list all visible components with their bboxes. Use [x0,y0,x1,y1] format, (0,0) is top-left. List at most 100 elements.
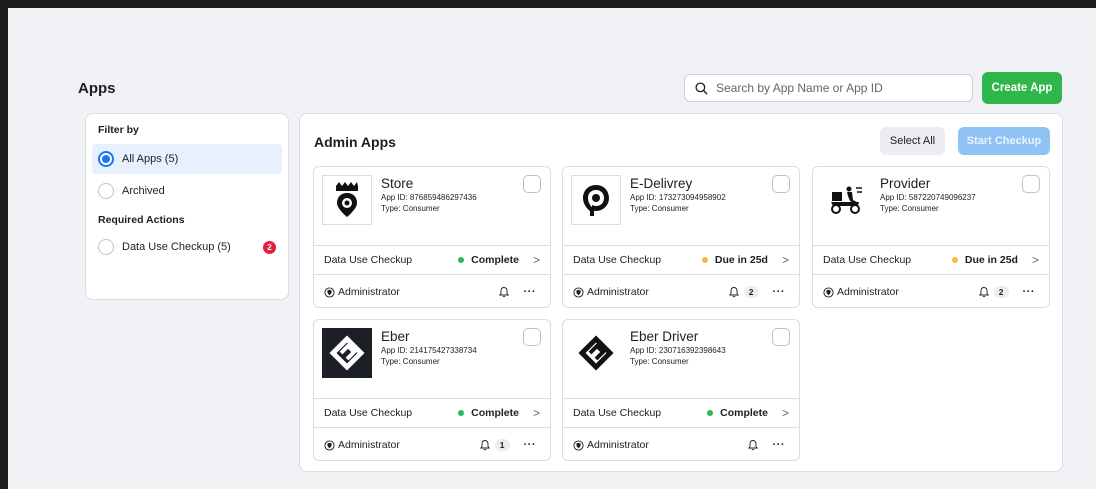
create-app-button[interactable]: Create App [982,72,1062,104]
notifications-button[interactable] [498,286,510,298]
filter-archived[interactable]: Archived [92,176,282,206]
app-type: Type: Consumer [381,357,440,366]
app-id: App ID: 230716392398643 [630,346,726,355]
radio-selected[interactable] [98,151,114,167]
card-actions: ··· [747,439,790,451]
status-dot [458,410,465,416]
filter-item-label: Data Use Checkup (5) [122,241,231,253]
app-type: Type: Consumer [381,204,440,213]
chevron-right-icon[interactable]: > [1032,253,1039,267]
required-actions-heading: Required Actions [98,214,185,226]
search-icon [695,81,708,95]
data-use-checkup-row[interactable]: Data Use Checkup Complete > [314,245,550,275]
notifications-button[interactable]: 2 [728,286,759,298]
status-text: Complete [471,254,519,266]
role-text: Administrator [587,286,649,298]
status-badge: Due in 25d [701,254,768,266]
status-badge: Complete [458,254,519,266]
shield-icon [573,286,584,298]
chevron-right-icon[interactable]: > [782,253,789,267]
row-label: Data Use Checkup [823,254,912,266]
select-checkbox[interactable] [523,328,541,346]
section-title: Admin Apps [314,134,396,150]
search-placeholder: Search by App Name or App ID [716,81,883,95]
shield-icon [823,286,834,298]
app-card-provider[interactable]: Provider App ID: 587220749096237 Type: C… [812,166,1050,308]
data-use-checkup-row[interactable]: Data Use Checkup Due in 25d > [813,245,1049,275]
data-use-checkup-row[interactable]: Data Use Checkup Complete > [563,398,799,428]
status-badge: Due in 25d [951,254,1018,266]
app-name[interactable]: E-Delivrey [630,176,692,191]
card-actions: 1 ··· [479,439,540,451]
bell-icon [747,440,758,451]
select-checkbox[interactable] [523,175,541,193]
status-badge: Complete [707,407,768,419]
more-options-icon[interactable]: ··· [524,439,537,451]
select-checkbox[interactable] [1022,175,1040,193]
card-footer: Administrator 1 ··· [314,429,550,461]
app-id: App ID: 214175427338734 [381,346,477,355]
radio-unselected[interactable] [98,183,114,199]
notification-count: 1 [494,439,510,451]
bell-icon [728,287,739,298]
bell-icon [479,440,490,451]
card-footer: Administrator 2 ··· [813,276,1049,308]
filter-heading: Filter by [98,124,139,136]
row-label: Data Use Checkup [573,407,662,419]
start-checkup-button[interactable]: Start Checkup [958,127,1050,155]
role-label: Administrator [324,286,400,298]
search-input[interactable]: Search by App Name or App ID [684,74,973,102]
select-all-button[interactable]: Select All [880,127,945,155]
radio-unselected[interactable] [98,239,114,255]
status-dot [707,410,714,416]
app-name[interactable]: Eber [381,329,410,344]
filter-item-label: All Apps (5) [122,153,179,165]
edelivery-logo-icon [571,175,621,225]
app-card-eber[interactable]: Eber App ID: 214175427338734 Type: Consu… [313,319,551,461]
filter-all-apps[interactable]: All Apps (5) [92,144,282,174]
select-checkbox[interactable] [772,175,790,193]
status-dot [701,257,708,263]
eber-driver-logo-icon [571,328,621,378]
notification-count: 2 [743,286,759,298]
more-options-icon[interactable]: ··· [773,439,786,451]
role-label: Administrator [573,286,649,298]
role-text: Administrator [338,286,400,298]
status-text: Complete [471,407,519,419]
app-name[interactable]: Provider [880,176,930,191]
app-card-store[interactable]: Store App ID: 876859486297436 Type: Cons… [313,166,551,308]
data-use-checkup-row[interactable]: Data Use Checkup Due in 25d > [563,245,799,275]
chevron-right-icon[interactable]: > [782,406,789,420]
app-name[interactable]: Store [381,176,413,191]
notifications-button[interactable]: 2 [978,286,1009,298]
eber-logo-icon [322,328,372,378]
card-actions: 2 ··· [728,286,789,298]
notifications-button[interactable]: 1 [479,439,510,451]
role-label: Administrator [573,439,649,451]
app-name[interactable]: Eber Driver [630,329,698,344]
bell-icon [978,287,989,298]
status-text: Due in 25d [714,254,768,266]
app-type: Type: Consumer [880,204,939,213]
app-card-e-delivrey[interactable]: E-Delivrey App ID: 173273094958902 Type:… [562,166,800,308]
row-label: Data Use Checkup [324,407,413,419]
data-use-checkup-row[interactable]: Data Use Checkup Complete > [314,398,550,428]
more-options-icon[interactable]: ··· [524,286,537,298]
notifications-button[interactable] [747,439,759,451]
chevron-right-icon[interactable]: > [533,253,540,267]
role-text: Administrator [587,439,649,451]
app-card-eber-driver[interactable]: Eber Driver App ID: 230716392398643 Type… [562,319,800,461]
bell-icon [498,287,509,298]
chevron-right-icon[interactable]: > [533,406,540,420]
filter-data-use-checkup[interactable]: Data Use Checkup (5) 2 [92,232,282,262]
select-checkbox[interactable] [772,328,790,346]
page-title: Apps [78,80,116,97]
app-dashboard: Apps Search by App Name or App ID Create… [8,8,1096,489]
more-options-icon[interactable]: ··· [773,286,786,298]
app-type: Type: Consumer [630,357,689,366]
row-label: Data Use Checkup [324,254,413,266]
row-label: Data Use Checkup [573,254,662,266]
notification-count: 2 [993,286,1009,298]
more-options-icon[interactable]: ··· [1023,286,1036,298]
action-count-badge: 2 [263,240,276,254]
